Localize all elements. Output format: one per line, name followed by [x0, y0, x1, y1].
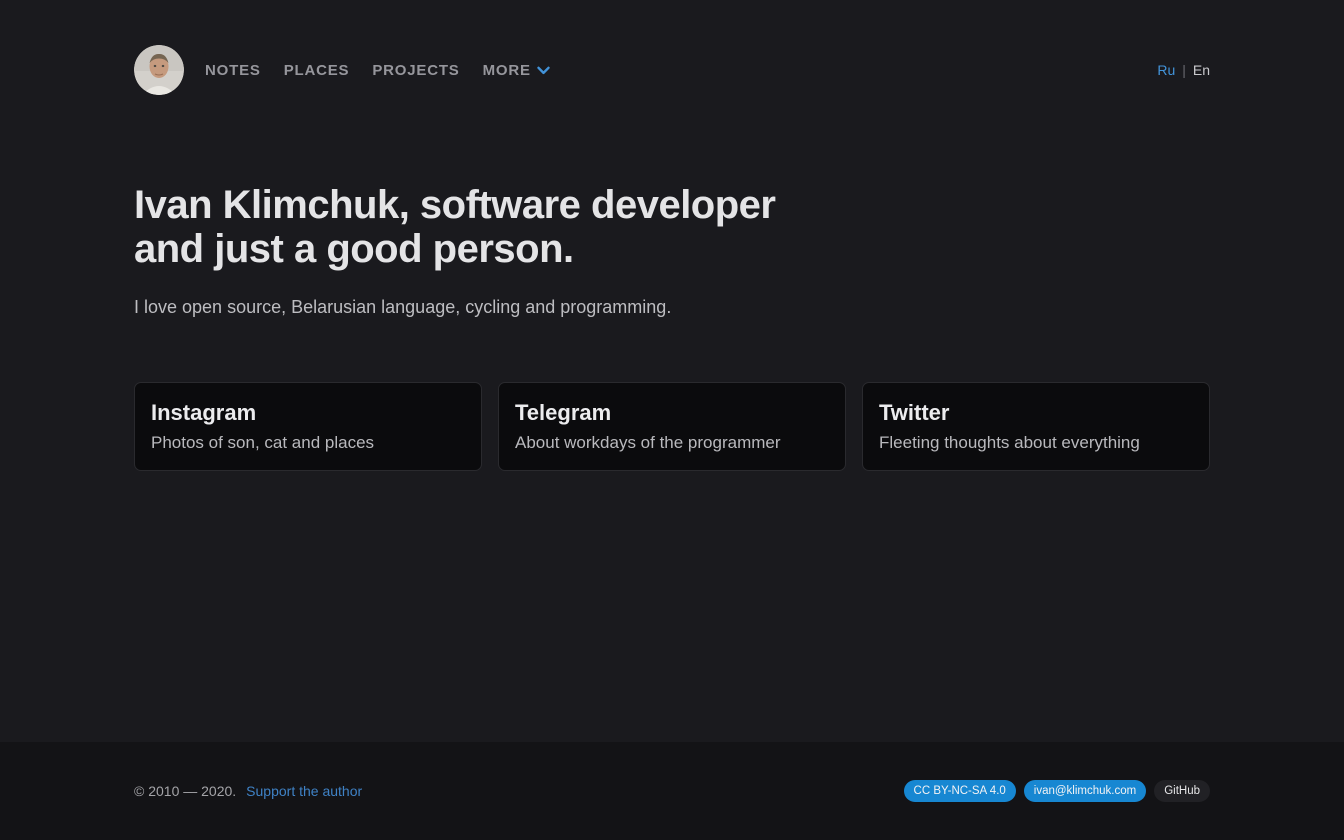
lang-divider: |: [1182, 62, 1186, 78]
card-title: Instagram: [151, 400, 465, 426]
page-subtitle: I love open source, Belarusian language,…: [134, 297, 1210, 318]
header: NOTES PLACES PROJECTS MORE: [134, 0, 1210, 95]
nav-item-more-label: MORE: [483, 63, 531, 78]
nav-item-projects[interactable]: PROJECTS: [372, 63, 459, 78]
support-author-link[interactable]: Support the author: [246, 783, 362, 799]
avatar-portrait-image: [134, 45, 184, 95]
github-badge[interactable]: GitHub: [1154, 780, 1210, 803]
card-instagram[interactable]: Instagram Photos of son, cat and places: [134, 382, 482, 471]
card-description: Fleeting thoughts about everything: [879, 432, 1193, 454]
license-badge[interactable]: CC BY-NC-SA 4.0: [904, 780, 1016, 803]
email-badge[interactable]: ivan@klimchuk.com: [1024, 780, 1146, 803]
footer-copyright-area: © 2010 — 2020. Support the author: [134, 783, 362, 799]
avatar[interactable]: [134, 45, 184, 95]
footer: © 2010 — 2020. Support the author CC BY-…: [0, 742, 1344, 840]
copyright-text: © 2010 — 2020.: [134, 783, 236, 799]
card-description: Photos of son, cat and places: [151, 432, 465, 454]
card-title: Telegram: [515, 400, 829, 426]
language-switcher: Ru | En: [1157, 62, 1210, 78]
card-twitter[interactable]: Twitter Fleeting thoughts about everythi…: [862, 382, 1210, 471]
social-cards: Instagram Photos of son, cat and places …: [134, 382, 1210, 471]
card-telegram[interactable]: Telegram About workdays of the programme…: [498, 382, 846, 471]
header-left: NOTES PLACES PROJECTS MORE: [134, 45, 550, 95]
card-title: Twitter: [879, 400, 1193, 426]
lang-ru-link[interactable]: Ru: [1157, 62, 1175, 78]
nav-item-more[interactable]: MORE: [483, 62, 550, 78]
main-area: NOTES PLACES PROJECTS MORE: [0, 0, 1344, 742]
main-nav: NOTES PLACES PROJECTS MORE: [205, 62, 550, 78]
page: NOTES PLACES PROJECTS MORE: [0, 0, 1344, 840]
footer-badges: CC BY-NC-SA 4.0 ivan@klimchuk.com GitHub: [904, 780, 1210, 803]
chevron-down-icon: [537, 63, 550, 78]
hero-section: Ivan Klimchuk, software developer and ju…: [134, 183, 1210, 318]
nav-item-notes[interactable]: NOTES: [205, 63, 261, 78]
nav-item-places[interactable]: PLACES: [284, 63, 350, 78]
page-title: Ivan Klimchuk, software developer and ju…: [134, 183, 834, 271]
lang-en-current[interactable]: En: [1193, 62, 1210, 78]
card-description: About workdays of the programmer: [515, 432, 829, 454]
